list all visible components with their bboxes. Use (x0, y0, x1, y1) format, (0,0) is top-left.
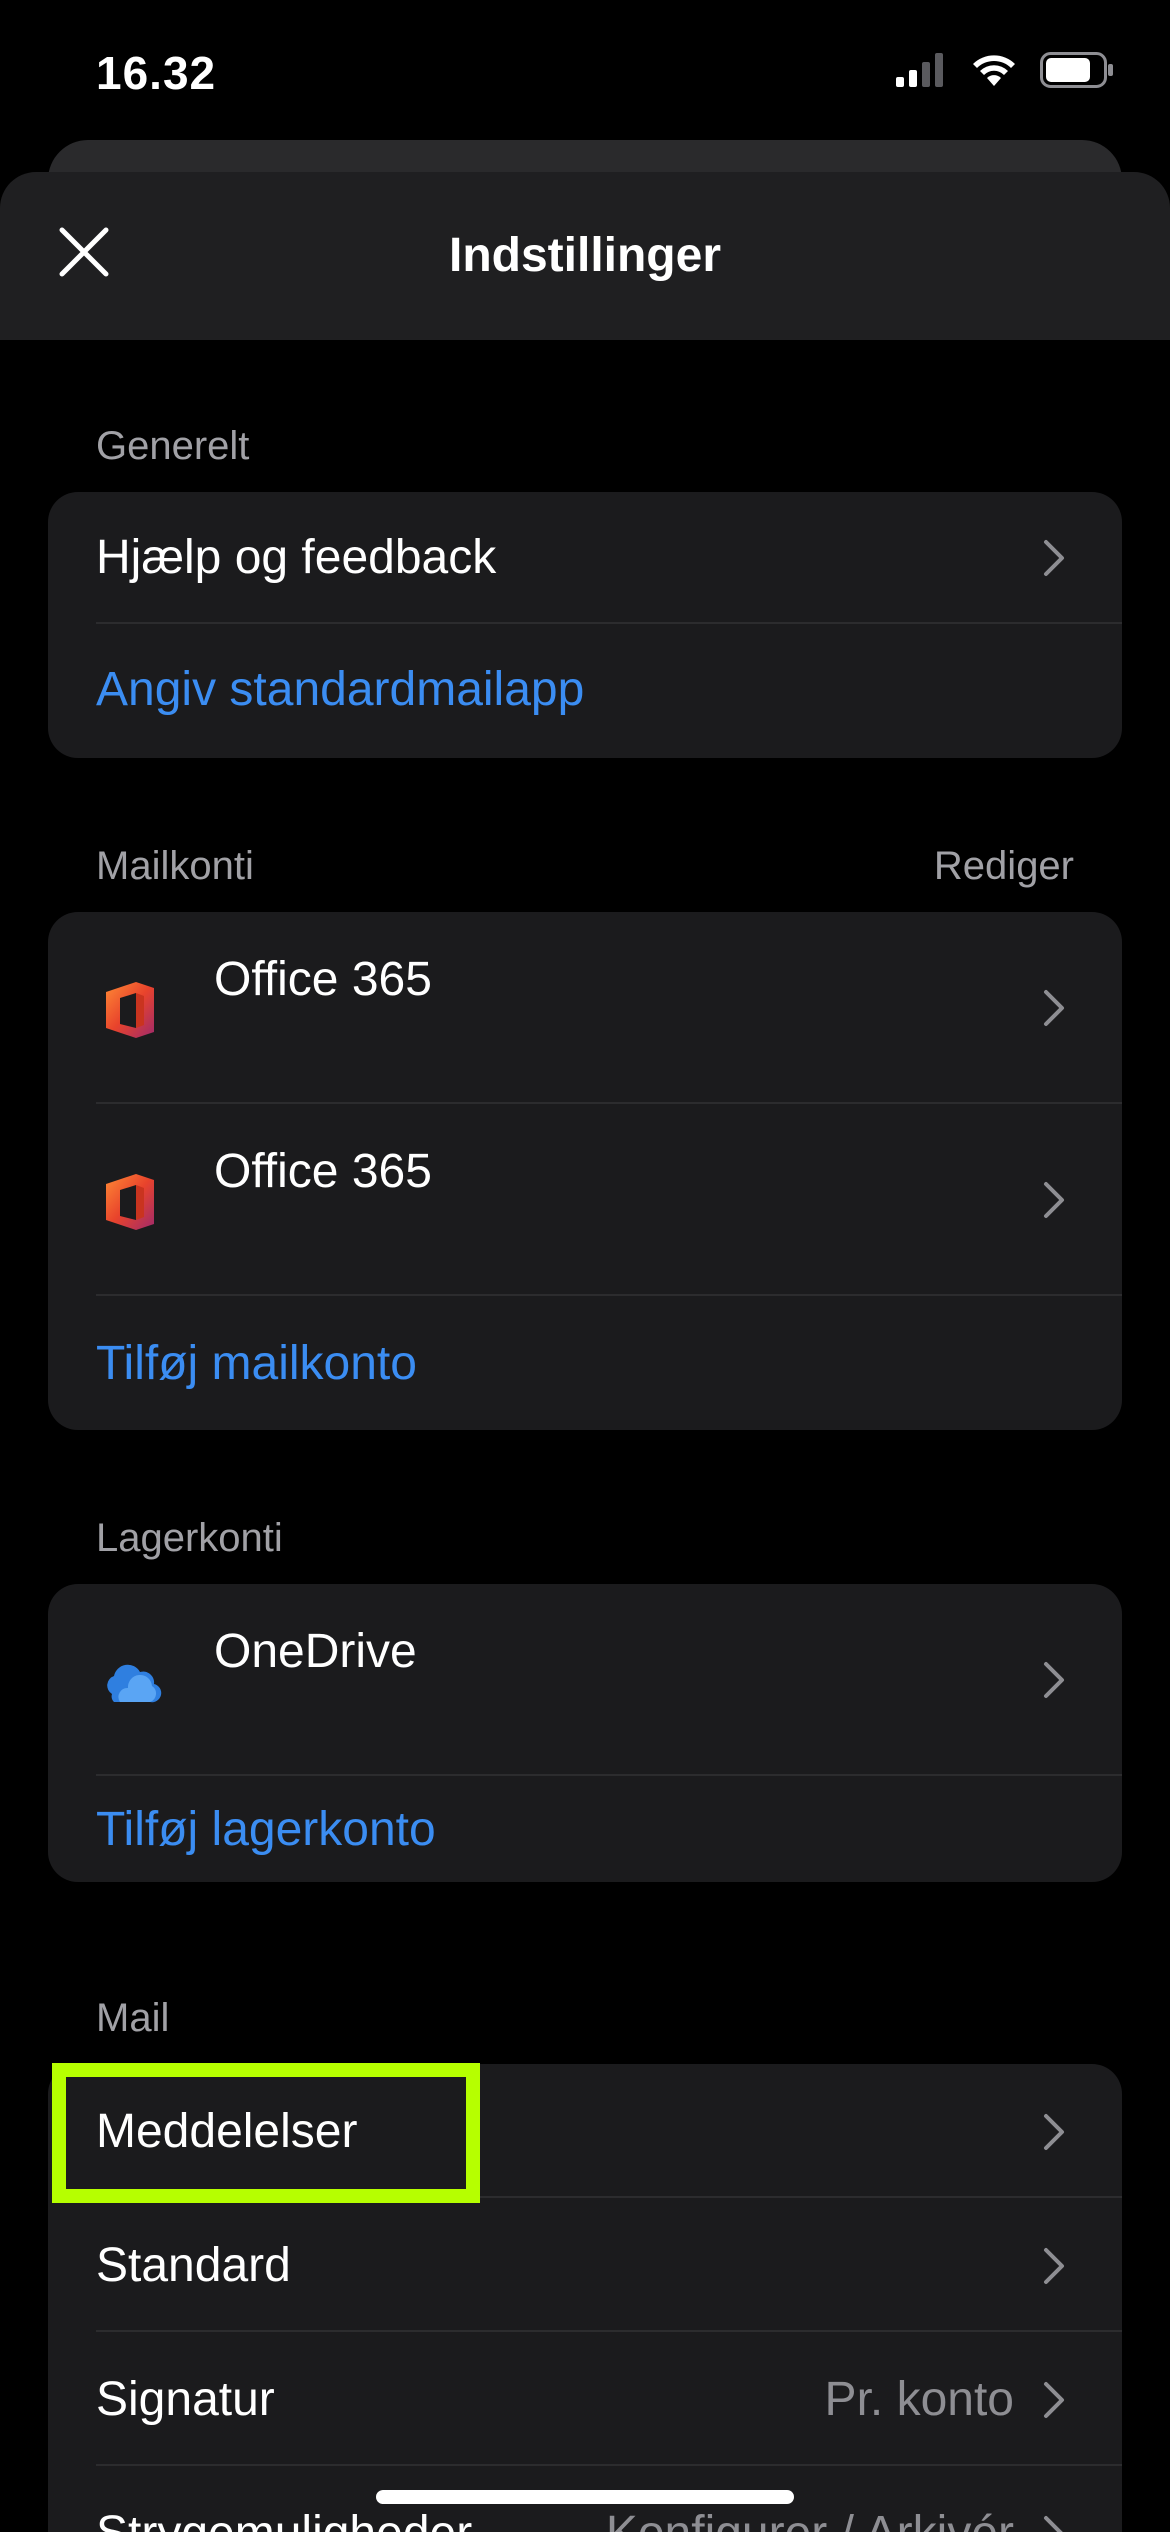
office-365-icon (106, 1174, 154, 1230)
row-label: Hjælp og feedback (96, 531, 497, 584)
cellular-signal-icon (896, 53, 943, 87)
close-icon (59, 227, 109, 277)
home-indicator[interactable] (376, 2490, 794, 2504)
edit-button[interactable]: Rediger (934, 844, 1074, 889)
row-add-storage-account[interactable]: Tilføj lagerkonto (48, 1776, 1122, 1882)
row-signature[interactable]: Signatur Pr. konto (48, 2332, 1122, 2466)
row-value: Pr. konto (824, 2373, 1014, 2426)
office-365-icon (106, 982, 154, 1038)
link-add-storage-account: Tilføj lagerkonto (96, 1803, 436, 1856)
link-set-default-mail-app: Angiv standardmailapp (96, 663, 585, 716)
link-add-mail-account: Tilføj mailkonto (96, 1337, 417, 1390)
row-account-office365-2[interactable]: Office 365 (48, 1104, 1122, 1296)
row-account-onedrive[interactable]: OneDrive (48, 1584, 1122, 1776)
row-label: Standard (96, 2239, 291, 2292)
section-label-general: Generelt (96, 424, 250, 468)
sheet-header: Indstillinger (0, 172, 1170, 340)
account-name: OneDrive (214, 1625, 417, 1678)
status-time: 16.32 (96, 47, 217, 99)
row-label: Signatur (96, 2373, 275, 2426)
onedrive-icon (107, 1664, 162, 1703)
row-set-default-mail-app[interactable]: Angiv standardmailapp (48, 624, 1122, 758)
account-name: Office 365 (214, 953, 432, 1006)
group-general: Hjælp og feedback Angiv standardmailapp (48, 492, 1122, 758)
status-bar: 16.32 (0, 0, 1170, 150)
chevron-right-icon (1044, 2382, 1064, 2418)
row-add-mail-account[interactable]: Tilføj mailkonto (48, 1296, 1122, 1430)
chevron-right-icon (1044, 2248, 1064, 2284)
section-label-storage-accounts: Lagerkonti (96, 1516, 283, 1560)
status-icons (896, 52, 1114, 88)
row-default[interactable]: Standard (48, 2198, 1122, 2332)
group-mail-accounts: Office 365 Office 365 Tilføj mailkonto (48, 912, 1122, 1430)
page-title: Indstillinger (448, 229, 721, 282)
chevron-right-icon (1044, 2114, 1064, 2150)
wifi-icon (973, 55, 1015, 86)
chevron-right-icon (1044, 990, 1064, 1026)
row-value: Konfigurer / Arkivér (606, 2506, 1014, 2532)
row-label: Strygemuligheder (96, 2506, 472, 2532)
highlight-box (52, 2063, 480, 2203)
close-button[interactable] (48, 216, 120, 288)
battery-icon (1040, 52, 1113, 88)
section-label-mail-accounts: Mailkonti (96, 844, 254, 888)
chevron-right-icon (1044, 1662, 1064, 1698)
chevron-right-icon (1044, 540, 1064, 576)
chevron-right-icon (1044, 1182, 1064, 1218)
row-help-feedback[interactable]: Hjælp og feedback (48, 492, 1122, 624)
group-storage-accounts: OneDrive Tilføj lagerkonto (48, 1584, 1122, 1882)
section-label-mail: Mail (96, 1996, 170, 2040)
chevron-right-icon (1044, 2516, 1063, 2532)
account-name: Office 365 (214, 1145, 432, 1198)
row-account-office365-1[interactable]: Office 365 (48, 912, 1122, 1104)
